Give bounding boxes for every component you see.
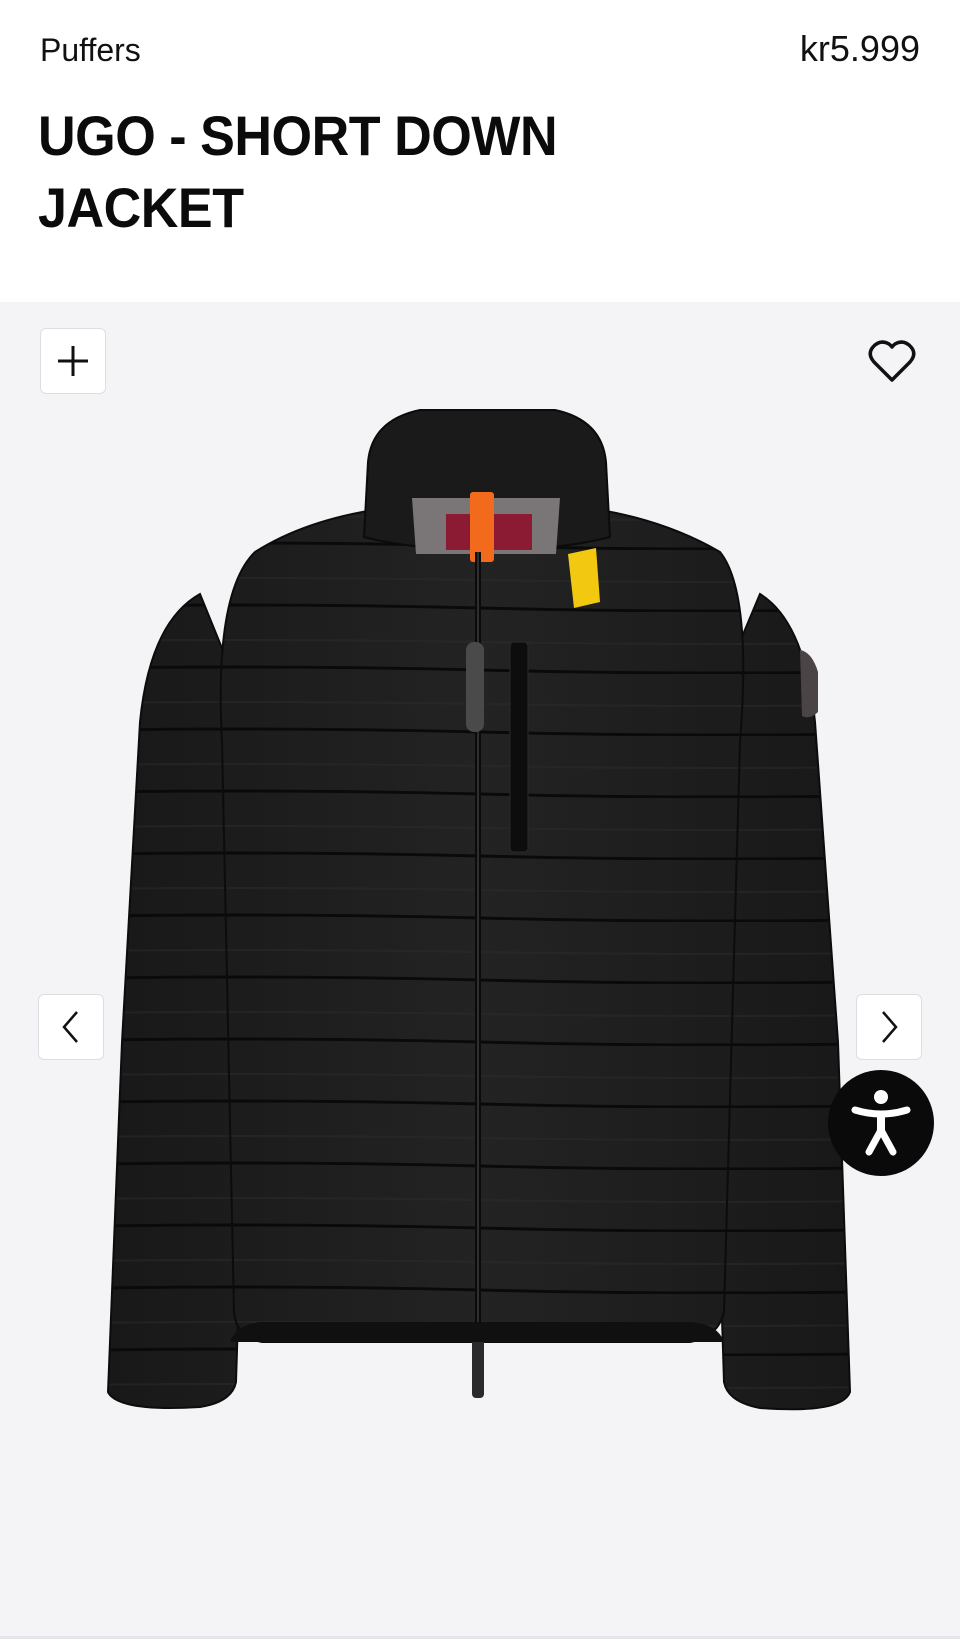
product-header: Puffers kr5.999 UGO - SHORT DOWN JACKET: [0, 0, 960, 302]
next-image-button[interactable]: [856, 994, 922, 1060]
puffer-jacket-illustration: [106, 409, 852, 1411]
heart-icon: [868, 340, 916, 382]
product-price: kr5.999: [799, 28, 920, 69]
previous-image-button[interactable]: [38, 994, 104, 1060]
chevron-right-icon: [882, 1011, 898, 1043]
accessibility-icon: [851, 1090, 911, 1156]
accessibility-button[interactable]: [828, 1070, 934, 1176]
product-image-gallery[interactable]: [0, 302, 960, 1639]
chevron-left-icon: [62, 1011, 78, 1043]
product-title: UGO - SHORT DOWN JACKET: [38, 104, 558, 239]
plus-icon: [58, 346, 88, 376]
favorite-button[interactable]: [868, 338, 916, 384]
product-category[interactable]: Puffers: [40, 30, 141, 70]
add-to-bag-button[interactable]: [40, 328, 106, 394]
product-image: [0, 302, 960, 1639]
